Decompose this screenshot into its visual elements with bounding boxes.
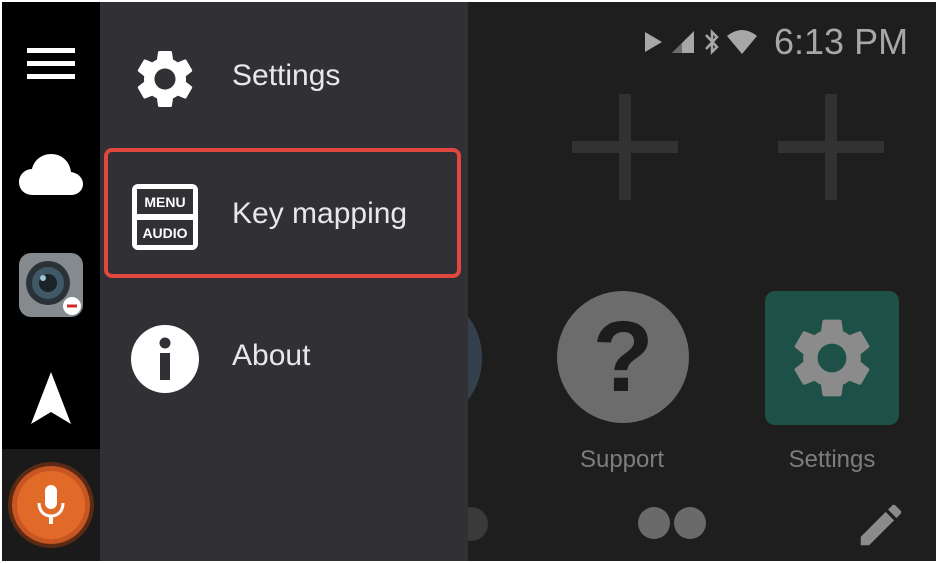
pencil-icon[interactable] bbox=[854, 498, 908, 552]
support-app-icon[interactable]: ? bbox=[557, 291, 689, 423]
settings-app-icon[interactable] bbox=[765, 291, 899, 425]
gear-icon bbox=[794, 319, 870, 397]
drawer-item-settings[interactable]: Settings bbox=[100, 10, 468, 144]
add-shortcut-placeholder[interactable] bbox=[572, 94, 678, 200]
add-shortcut-placeholder[interactable] bbox=[778, 94, 884, 200]
navigation-button[interactable] bbox=[2, 370, 100, 426]
more-apps-button[interactable] bbox=[638, 507, 706, 539]
status-bar: 6:13 PM bbox=[642, 18, 908, 66]
left-rail bbox=[2, 2, 100, 561]
wifi-icon bbox=[727, 30, 757, 54]
voice-button[interactable] bbox=[2, 465, 100, 545]
camera-app-icon bbox=[19, 253, 83, 317]
cloud-button[interactable] bbox=[2, 150, 100, 200]
drawer-item-label: About bbox=[232, 339, 311, 372]
dot-icon bbox=[674, 507, 706, 539]
drawer-item-label: Key mapping bbox=[232, 197, 408, 230]
gear-icon bbox=[130, 44, 200, 114]
key-label-menu: MENU bbox=[144, 194, 185, 210]
drawer-item-label: Settings bbox=[232, 59, 341, 92]
question-icon: ? bbox=[592, 301, 654, 413]
bluetooth-icon bbox=[705, 28, 719, 56]
navigation-icon bbox=[31, 372, 71, 424]
navigation-drawer: Settings MENU AUDIO Key mapping About bbox=[100, 2, 468, 561]
support-app-label: Support bbox=[579, 446, 665, 473]
microphone-icon bbox=[37, 485, 65, 524]
settings-app-label: Settings bbox=[788, 446, 876, 473]
info-icon bbox=[130, 324, 200, 394]
menu-button[interactable] bbox=[2, 42, 100, 86]
drawer-item-about[interactable]: About bbox=[100, 290, 468, 424]
signal-icon bbox=[672, 31, 694, 53]
dot-icon bbox=[638, 507, 670, 539]
key-label-audio: AUDIO bbox=[142, 225, 187, 241]
key-mapping-icon: MENU AUDIO bbox=[130, 182, 200, 252]
play-icon bbox=[645, 32, 662, 52]
clock: 6:13 PM bbox=[774, 21, 909, 62]
cloud-icon bbox=[19, 154, 83, 195]
camera-app-button[interactable] bbox=[2, 252, 100, 318]
drawer-item-key-mapping[interactable]: MENU AUDIO Key mapping bbox=[100, 148, 468, 282]
android-auto-screen: 6:13 PM ? Support Settings Settings MENU… bbox=[2, 2, 936, 561]
menu-icon bbox=[27, 48, 75, 79]
